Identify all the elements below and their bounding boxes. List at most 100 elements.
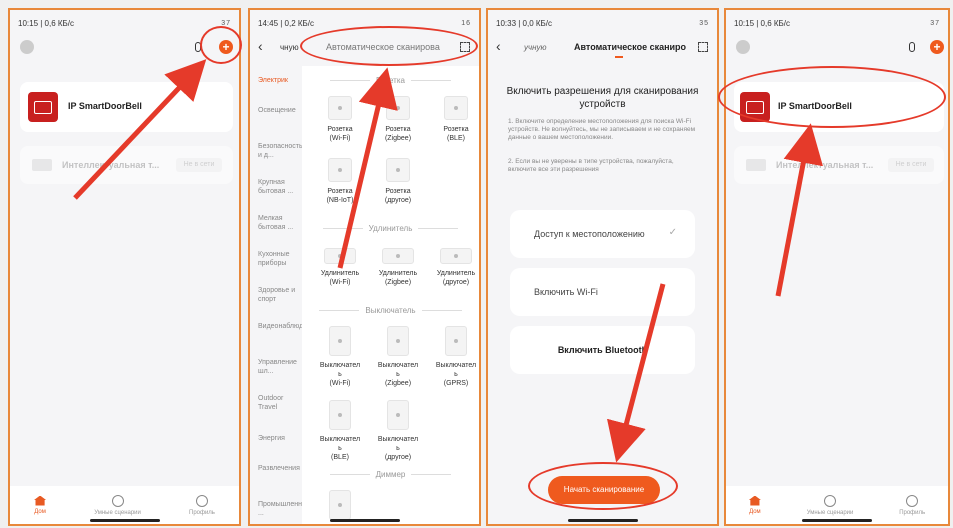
sidebar-item[interactable]: Промышленность ... bbox=[258, 500, 316, 518]
socket-icon bbox=[328, 96, 352, 120]
tab-underline bbox=[615, 56, 623, 58]
device-name: Интеллектуальная т... bbox=[776, 160, 874, 170]
sidebar-item[interactable]: Безопасность и д... bbox=[258, 142, 303, 160]
check-icon: ✓ bbox=[668, 227, 677, 238]
device-extender-zigbee[interactable]: Удлинитель (Zigbee) bbox=[372, 244, 424, 287]
section-switch: Выключатель bbox=[302, 306, 479, 315]
nav-scenes[interactable]: Умные сценарии bbox=[807, 494, 853, 516]
sidebar-item[interactable]: Крупная бытовая ... bbox=[258, 178, 300, 196]
device-card-doorbell[interactable]: IP SmartDoorBell bbox=[20, 82, 233, 132]
person-icon bbox=[906, 494, 919, 507]
socket-icon bbox=[386, 158, 410, 182]
sidebar-item[interactable]: Кухонные приборы bbox=[258, 250, 300, 268]
tab-manual[interactable]: учную bbox=[524, 43, 547, 52]
device-card-offline[interactable]: Интеллектуальная т... Не в сети bbox=[734, 146, 944, 184]
device-extender-wifi[interactable]: Удлинитель (Wi-Fi) bbox=[314, 244, 366, 287]
status-time: 10:15 | 0,6 КБ/с bbox=[18, 18, 75, 28]
device-extender-other[interactable]: Удлинитель (другое) bbox=[430, 244, 479, 287]
socket-icon bbox=[444, 96, 468, 120]
home-icon bbox=[748, 495, 761, 506]
power-strip-icon bbox=[440, 248, 472, 264]
device-switch-other[interactable]: Выключател ь (другое) bbox=[372, 400, 424, 462]
nav-profile[interactable]: Профиль bbox=[899, 494, 925, 516]
offline-badge: Не в сети bbox=[888, 158, 934, 172]
wall-switch-icon bbox=[329, 400, 351, 430]
status-bar: 10:15 | 0,6 КБ/с 37 bbox=[18, 16, 231, 30]
device-switch-gprs[interactable]: Выключател ь (GPRS) bbox=[430, 326, 479, 388]
tab-auto-scan[interactable]: Автоматическое сканиро bbox=[574, 42, 686, 52]
avatar-icon[interactable] bbox=[20, 40, 34, 54]
device-socket-other[interactable]: Розетка (другое) bbox=[372, 158, 424, 205]
sidebar-item[interactable]: Развлечения bbox=[258, 464, 300, 473]
sun-icon bbox=[111, 494, 124, 507]
status-bar: 10:15 | 0,6 КБ/с 37 bbox=[734, 16, 940, 30]
device-switch-ble[interactable]: Выключател ь (BLE) bbox=[314, 400, 366, 462]
power-strip-icon bbox=[324, 248, 356, 264]
device-card-offline[interactable]: Интеллектуальная т... Не в сети bbox=[20, 146, 233, 184]
sidebar-item[interactable]: Видеонаблюдение bbox=[258, 322, 319, 331]
back-chevron-icon[interactable]: ‹ bbox=[258, 38, 263, 54]
wall-switch-icon bbox=[445, 326, 467, 356]
status-time: 10:15 | 0,6 КБ/с bbox=[734, 18, 791, 28]
socket-icon bbox=[386, 96, 410, 120]
wifi-label: Включить Wi-Fi bbox=[534, 287, 598, 297]
device-switch-wifi[interactable]: Выключател ь (Wi-Fi) bbox=[314, 326, 366, 388]
sun-icon bbox=[824, 494, 837, 507]
sidebar-item[interactable]: Здоровье и спорт bbox=[258, 286, 300, 304]
device-socket-nbiot[interactable]: Розетка (NB-IoT) bbox=[314, 158, 366, 205]
info-text-2: 2. Если вы не уверены в типе устройства,… bbox=[508, 158, 674, 173]
wall-switch-icon bbox=[387, 400, 409, 430]
category-sidebar: Электрик Освещение Безопасность и д... К… bbox=[250, 66, 319, 524]
screen-category-list: 14:45 | 0,2 КБ/с 16 ‹ чную Автоматическо… bbox=[248, 8, 481, 526]
device-grid: Розетка Розетка (Wi-Fi) Розетка (Zigbee) Р… bbox=[302, 66, 479, 524]
bluetooth-permission-card[interactable]: Включить Bluetooth bbox=[510, 326, 695, 374]
sidebar-item[interactable]: Энергия bbox=[258, 434, 300, 443]
device-socket-ble[interactable]: Розетка (BLE) bbox=[430, 96, 479, 143]
highlight-add-button bbox=[200, 26, 242, 64]
power-strip-icon bbox=[382, 248, 414, 264]
person-icon bbox=[195, 494, 208, 507]
device-socket-wifi[interactable]: Розетка (Wi-Fi) bbox=[314, 96, 366, 143]
device-name: Интеллектуальная т... bbox=[62, 160, 160, 170]
status-battery: 37 bbox=[930, 19, 940, 27]
screen-permissions: 10:33 | 0,0 КБ/с 35 ‹ учную Автоматическ… bbox=[486, 8, 719, 526]
nav-home[interactable]: Дом bbox=[34, 495, 47, 515]
wifi-permission-card[interactable]: Включить Wi-Fi bbox=[510, 268, 695, 316]
home-icon bbox=[34, 495, 47, 506]
wall-switch-icon bbox=[387, 326, 409, 356]
device-name: IP SmartDoorBell bbox=[68, 101, 142, 111]
gesture-bar bbox=[329, 519, 400, 522]
sidebar-item[interactable]: Мелкая бытовая ... bbox=[258, 214, 300, 232]
device-socket-zigbee[interactable]: Розетка (Zigbee) bbox=[372, 96, 424, 143]
location-permission-card[interactable]: Доступ к местоположению ✓ bbox=[510, 210, 695, 258]
sidebar-item[interactable]: Outdoor Travel bbox=[258, 394, 300, 412]
highlight-doorbell-card bbox=[718, 66, 946, 128]
status-battery: 35 bbox=[699, 19, 709, 27]
mic-icon[interactable] bbox=[909, 42, 915, 52]
section-dimmer: Диммер bbox=[302, 470, 479, 479]
nav-scenes[interactable]: Умные сценарии bbox=[94, 494, 141, 516]
add-device-button[interactable]: + bbox=[930, 40, 944, 54]
tab-manual[interactable]: чную bbox=[280, 43, 299, 52]
avatar-icon[interactable] bbox=[736, 40, 750, 54]
offline-badge: Не в сети bbox=[176, 158, 222, 172]
socket-icon bbox=[328, 158, 352, 182]
doorbell-icon bbox=[28, 92, 58, 122]
screen-home-1: 10:15 | 0,6 КБ/с 37 + IP SmartDoorBell И… bbox=[8, 8, 241, 526]
back-chevron-icon[interactable]: ‹ bbox=[496, 38, 501, 54]
device-switch-zigbee[interactable]: Выключател ь (Zigbee) bbox=[372, 326, 424, 388]
status-time: 10:33 | 0,0 КБ/с bbox=[496, 18, 553, 28]
device-thumb-icon bbox=[32, 159, 52, 171]
sidebar-item[interactable]: Управление шл... bbox=[258, 358, 300, 376]
sidebar-item[interactable]: Освещение bbox=[258, 106, 300, 115]
section-extender: Удлинитель bbox=[302, 224, 479, 233]
nav-profile[interactable]: Профиль bbox=[189, 494, 215, 516]
bluetooth-label: Включить Bluetooth bbox=[557, 345, 648, 355]
sidebar-item[interactable]: Электрик bbox=[258, 76, 300, 85]
gesture-bar bbox=[89, 519, 160, 522]
highlight-start-scan bbox=[528, 462, 678, 510]
gesture-bar bbox=[567, 519, 638, 522]
gesture-bar bbox=[802, 519, 872, 522]
scan-icon[interactable] bbox=[698, 42, 708, 52]
nav-home[interactable]: Дом bbox=[748, 495, 761, 515]
